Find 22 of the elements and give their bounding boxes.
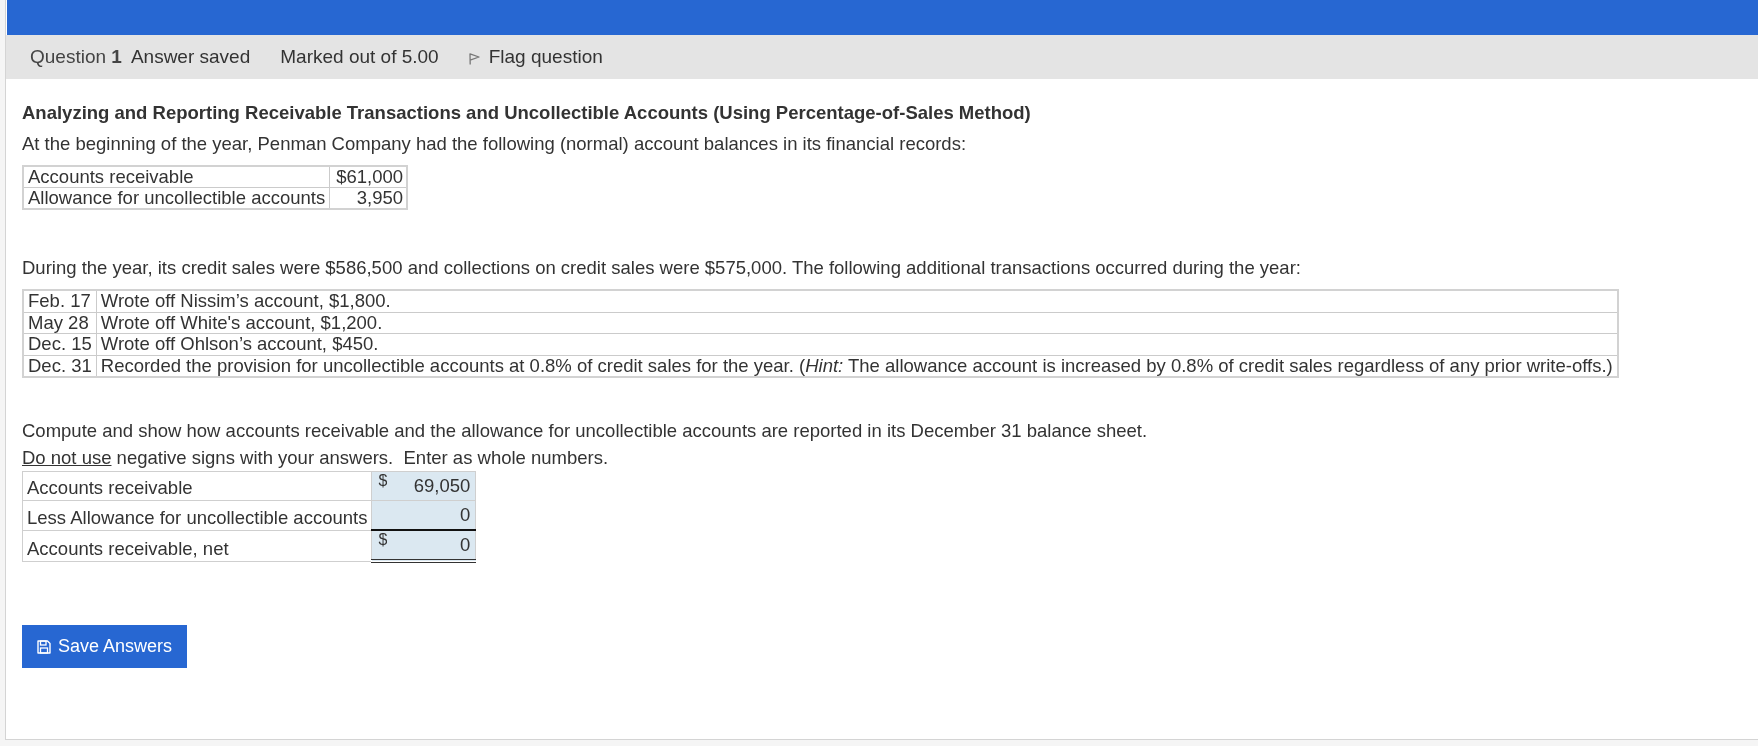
date-cell: May 28 — [23, 312, 97, 334]
instruction-text: Do not use negative signs with your answers. Enter as whole numbers. — [22, 446, 610, 470]
save-status: Answer saved — [130, 46, 251, 68]
marks-text: Marked out of 5.00 — [280, 46, 439, 68]
intro-text: At the beginning of the year, Penman Company had the following (normal) account balances in its financial records: — [22, 132, 968, 156]
date-cell: Dec. 15 — [23, 333, 97, 355]
currency-symbol: $ — [377, 472, 388, 489]
save-answers-button[interactable]: Save Answers — [22, 625, 188, 668]
account-cell: Accounts receivable — [23, 166, 330, 188]
task-text: Compute and show how accounts receivable and the allowance for uncollectible accounts are reported in its December 31 balance sheet. — [22, 419, 1149, 443]
answer-field[interactable]: $ 69,050 — [371, 471, 476, 501]
question-number: Question 1 — [30, 46, 122, 68]
flag-icon — [468, 53, 480, 65]
transactions-intro-text: During the year, its credit sales were $586,500 and collections on credit sales were $575,000. The following additional transactions occurred during the year: — [22, 256, 1302, 280]
question-title: Analyzing and Reporting Receivable Transactions and Uncollectible Accounts (Using Percentage-of-Sales Method) — [22, 101, 1032, 125]
currency-symbol: $ — [377, 531, 388, 548]
answer-label-cell: Less Allowance for uncollectible accounts — [22, 500, 372, 530]
answer-label-cell: Accounts receivable, net — [22, 530, 372, 561]
answer-field[interactable]: $ 0 — [371, 530, 476, 561]
answer-label-cell: Accounts receivable — [22, 471, 372, 501]
date-cell: Feb. 17 — [23, 290, 97, 312]
flag-question-link[interactable]: Flag question — [468, 46, 603, 68]
